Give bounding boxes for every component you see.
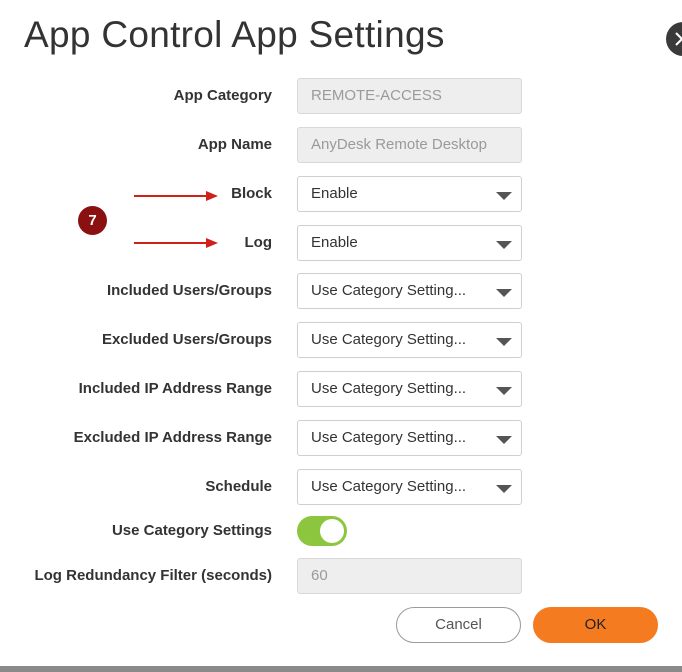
excluded-ip-select-value: Use Category Setting... <box>311 429 467 446</box>
bottom-edge <box>0 666 682 672</box>
app-name-label: App Name <box>197 136 272 153</box>
excluded-users-select[interactable]: Use Category Setting... <box>297 322 522 358</box>
chevron-down-icon <box>496 436 512 444</box>
cancel-button[interactable]: Cancel <box>396 607 521 643</box>
schedule-label: Schedule <box>205 478 272 495</box>
dialog-title: App Control App Settings <box>24 14 445 55</box>
included-ip-row: Included IP Address Range Use Category S… <box>0 371 682 407</box>
chevron-down-icon <box>496 338 512 346</box>
excluded-ip-row: Excluded IP Address Range Use Category S… <box>0 420 682 456</box>
log-select[interactable]: Enable <box>297 225 522 261</box>
log-redundancy-field: 60 <box>297 558 522 594</box>
block-label: Block <box>231 185 272 202</box>
excluded-ip-label: Excluded IP Address Range <box>73 429 272 446</box>
included-ip-label: Included IP Address Range <box>78 380 272 397</box>
schedule-select-value: Use Category Setting... <box>311 478 467 495</box>
annotation-arrow-block <box>134 191 218 201</box>
block-select[interactable]: Enable <box>297 176 522 212</box>
use-category-settings-toggle[interactable] <box>297 516 347 546</box>
included-users-label: Included Users/Groups <box>106 282 272 299</box>
close-button[interactable] <box>666 22 682 56</box>
block-row: Block Enable <box>0 176 682 212</box>
chevron-down-icon <box>496 289 512 297</box>
included-ip-select[interactable]: Use Category Setting... <box>297 371 522 407</box>
log-select-value: Enable <box>311 234 358 251</box>
close-icon <box>675 32 682 46</box>
schedule-row: Schedule Use Category Setting... <box>0 469 682 505</box>
block-select-value: Enable <box>311 185 358 202</box>
log-redundancy-label: Log Redundancy Filter (seconds) <box>34 567 272 584</box>
schedule-select[interactable]: Use Category Setting... <box>297 469 522 505</box>
excluded-users-select-value: Use Category Setting... <box>311 331 467 348</box>
use-category-settings-label: Use Category Settings <box>111 522 272 539</box>
annotation-arrow-log <box>134 238 218 248</box>
chevron-down-icon <box>496 485 512 493</box>
app-category-label: App Category <box>173 87 272 104</box>
included-users-select[interactable]: Use Category Setting... <box>297 273 522 309</box>
app-category-row: App Category REMOTE-ACCESS <box>0 78 682 114</box>
app-name-field: AnyDesk Remote Desktop <box>297 127 522 163</box>
excluded-users-label: Excluded Users/Groups <box>101 331 272 348</box>
annotation-step-badge: 7 <box>78 206 107 235</box>
log-label: Log <box>244 234 273 251</box>
toggle-knob <box>320 519 344 543</box>
chevron-down-icon <box>496 241 512 249</box>
chevron-down-icon <box>496 387 512 395</box>
chevron-down-icon <box>496 192 512 200</box>
included-ip-select-value: Use Category Setting... <box>311 380 467 397</box>
included-users-select-value: Use Category Setting... <box>311 282 467 299</box>
excluded-users-row: Excluded Users/Groups Use Category Setti… <box>0 322 682 358</box>
app-name-row: App Name AnyDesk Remote Desktop <box>0 127 682 163</box>
excluded-ip-select[interactable]: Use Category Setting... <box>297 420 522 456</box>
app-category-field: REMOTE-ACCESS <box>297 78 522 114</box>
ok-button[interactable]: OK <box>533 607 658 643</box>
app-settings-dialog: App Control App Settings App Category RE… <box>0 0 682 666</box>
log-redundancy-row: Log Redundancy Filter (seconds) 60 <box>0 558 682 594</box>
included-users-row: Included Users/Groups Use Category Setti… <box>0 273 682 309</box>
